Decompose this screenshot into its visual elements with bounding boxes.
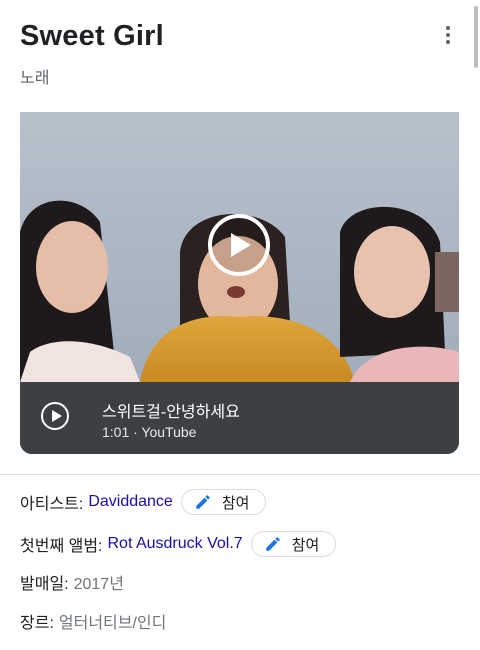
contribute-label: 참여	[221, 494, 250, 512]
video-title[interactable]: 스위트걸-안녕하세요	[102, 398, 240, 422]
divider	[0, 474, 480, 475]
contribute-label: 참여	[291, 536, 320, 554]
album-row: 첫번째 앨범: Rot Ausdruck Vol.7 참여	[20, 530, 337, 558]
page-title: Sweet Girl	[20, 20, 164, 52]
artist-contribute-button[interactable]: 참여	[180, 489, 267, 515]
scrollbar[interactable]	[474, 6, 478, 68]
genre-row: 장르: 얼터너티브/인디	[20, 607, 166, 635]
genre-value: 얼터너티브/인디	[58, 615, 167, 632]
release-value: 2017년	[73, 576, 124, 593]
artist-label: 아티스트:	[20, 496, 84, 513]
genre-label: 장르:	[20, 615, 54, 632]
edit-pencil-icon	[196, 495, 210, 509]
release-label: 발매일:	[20, 576, 69, 593]
page-subtitle: 노래	[20, 70, 50, 87]
video-info-bar[interactable]: 스위트걸-안녕하세요 1:01 · YouTube	[20, 382, 459, 454]
artist-link[interactable]: Daviddance	[88, 493, 173, 511]
edit-pencil-icon	[265, 537, 280, 551]
video-thumbnail[interactable]	[20, 112, 459, 382]
play-circle-icon[interactable]	[41, 402, 69, 430]
album-contribute-button[interactable]: 참여	[250, 531, 337, 557]
album-link[interactable]: Rot Ausdruck Vol.7	[108, 535, 243, 553]
artist-row: 아티스트: Daviddance 참여	[20, 488, 267, 516]
video-meta: 1:01 · YouTube	[102, 424, 197, 440]
play-icon[interactable]	[208, 214, 270, 276]
album-label: 첫번째 앨범:	[20, 538, 103, 555]
video-card[interactable]: 스위트걸-안녕하세요 1:01 · YouTube	[20, 112, 459, 454]
more-vert-icon[interactable]	[438, 26, 458, 46]
release-row: 발매일: 2017년	[20, 568, 124, 596]
